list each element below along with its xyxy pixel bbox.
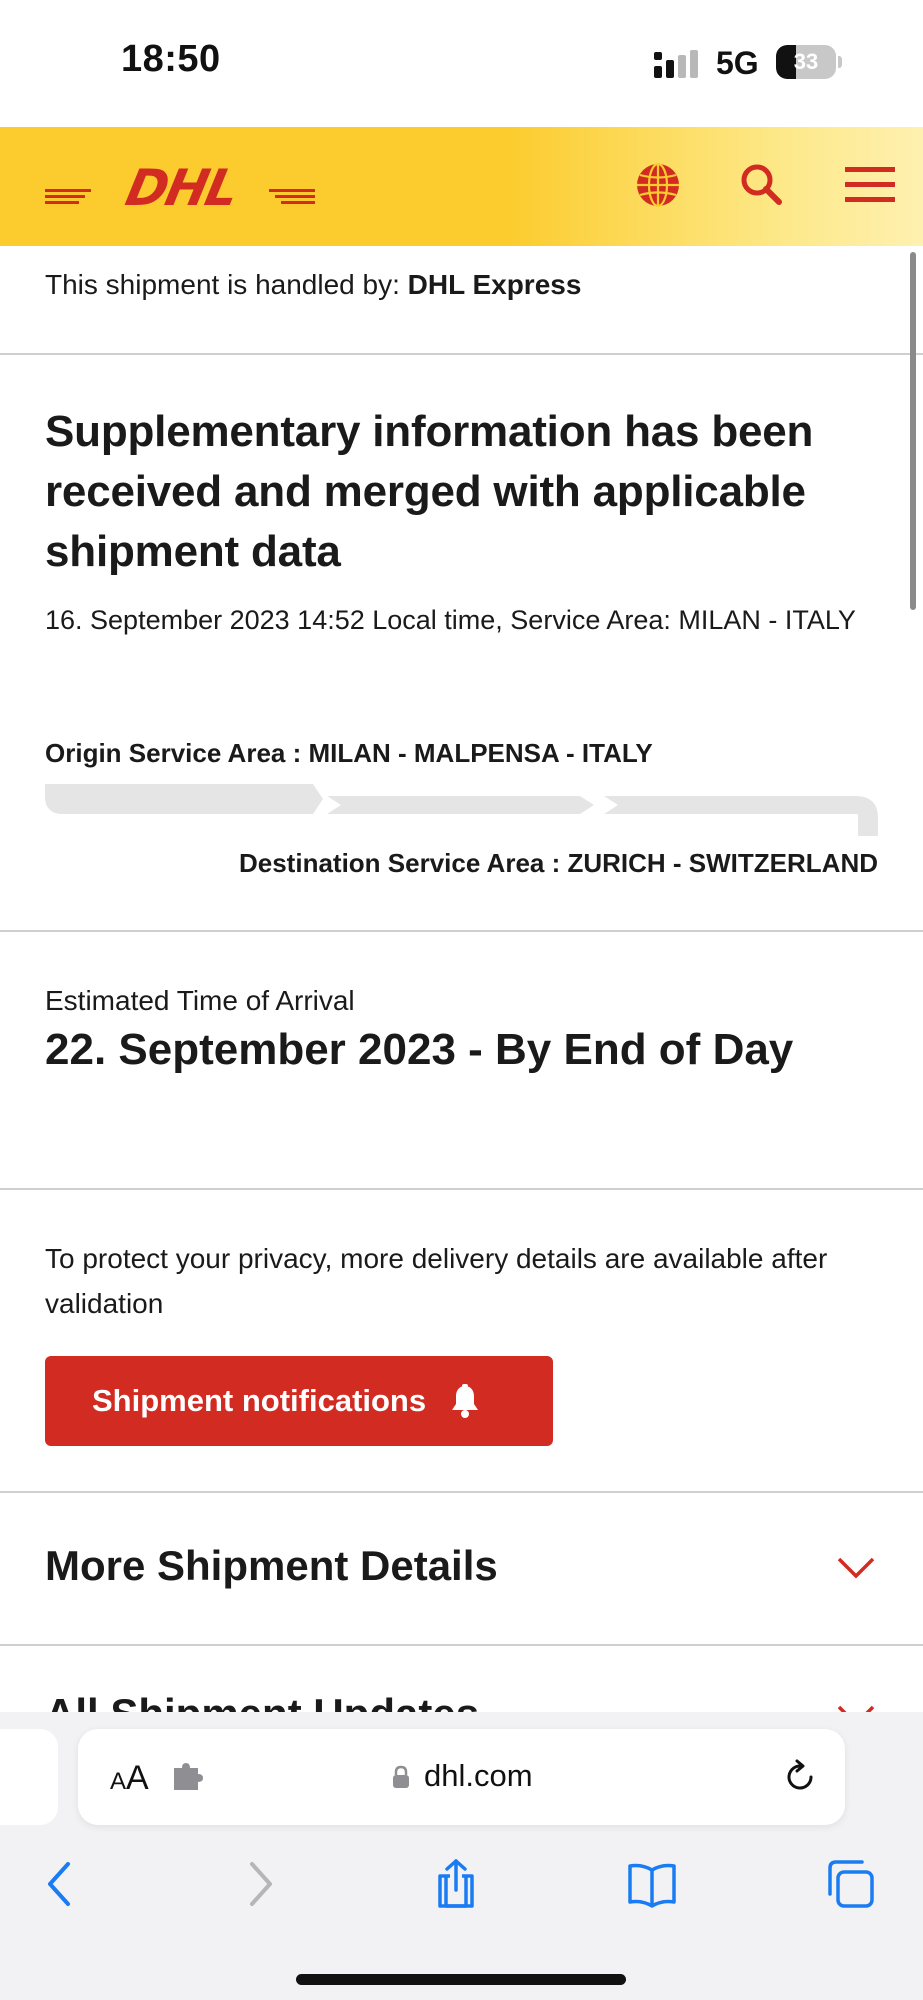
shipment-notifications-label: Shipment notifications (92, 1383, 427, 1418)
previous-tab-preview[interactable] (0, 1729, 58, 1825)
reload-icon[interactable] (780, 1757, 820, 1797)
cellular-signal-icon (654, 50, 698, 78)
shipment-status-title: Supplementary information has been recei… (45, 407, 814, 576)
browser-toolbar: AA dhl.com (0, 1712, 923, 2000)
extension-icon[interactable] (170, 1762, 206, 1792)
handled-by: This shipment is handled by: DHL Express (45, 269, 581, 301)
progress-segment-3 (604, 796, 878, 836)
battery-icon: 33 (776, 45, 842, 79)
bookmarks-icon[interactable] (626, 1858, 678, 1910)
divider (0, 930, 923, 932)
handled-by-label: This shipment is handled by: (45, 269, 400, 300)
forward-icon[interactable] (234, 1858, 286, 1910)
dhl-logo[interactable]: DHL (45, 163, 315, 211)
origin-service-area: Origin Service Area : MILAN - MALPENSA -… (45, 738, 653, 768)
lock-icon (393, 1765, 409, 1788)
more-shipment-details-heading[interactable]: More Shipment Details (45, 1542, 498, 1590)
url-text[interactable]: dhl.com (424, 1758, 533, 1794)
shipment-notifications-button[interactable]: Shipment notifications (45, 1356, 553, 1446)
share-icon[interactable] (430, 1858, 482, 1910)
search-icon[interactable] (734, 157, 790, 213)
network-type: 5G (716, 45, 759, 81)
shipment-progress-bar (45, 784, 878, 836)
address-bar[interactable]: AA dhl.com (78, 1729, 845, 1825)
scroll-indicator[interactable] (910, 252, 916, 610)
divider (0, 1491, 923, 1493)
tabs-icon[interactable] (824, 1858, 876, 1910)
destination-service-area: Destination Service Area : ZURICH - SWIT… (238, 848, 878, 878)
back-icon[interactable] (34, 1858, 86, 1910)
status-bar: 18:50 5G 33 (0, 0, 923, 127)
progress-segment-2 (327, 796, 594, 814)
privacy-notice: To protect your privacy, more delivery d… (45, 1243, 828, 1319)
battery-level: 33 (793, 49, 819, 74)
text-size-button[interactable]: AA (110, 1759, 149, 1798)
chevron-down-icon[interactable] (836, 1556, 876, 1580)
divider (0, 1644, 923, 1646)
dhl-logo-text: DHL (121, 163, 243, 211)
bell-icon (452, 1384, 479, 1418)
divider (0, 1188, 923, 1190)
globe-icon[interactable] (630, 157, 686, 213)
status-time: 18:50 (121, 38, 221, 80)
site-header: DHL (0, 127, 923, 246)
hamburger-menu-icon[interactable] (842, 157, 898, 213)
eta-label: Estimated Time of Arrival (45, 985, 355, 1016)
eta-value: 22. September 2023 - By End of Day (45, 1025, 794, 1074)
divider (0, 353, 923, 355)
handled-by-value: DHL Express (407, 269, 582, 300)
shipment-status-meta: 16. September 2023 14:52 Local time, Ser… (45, 605, 856, 635)
home-indicator[interactable] (296, 1974, 626, 1985)
